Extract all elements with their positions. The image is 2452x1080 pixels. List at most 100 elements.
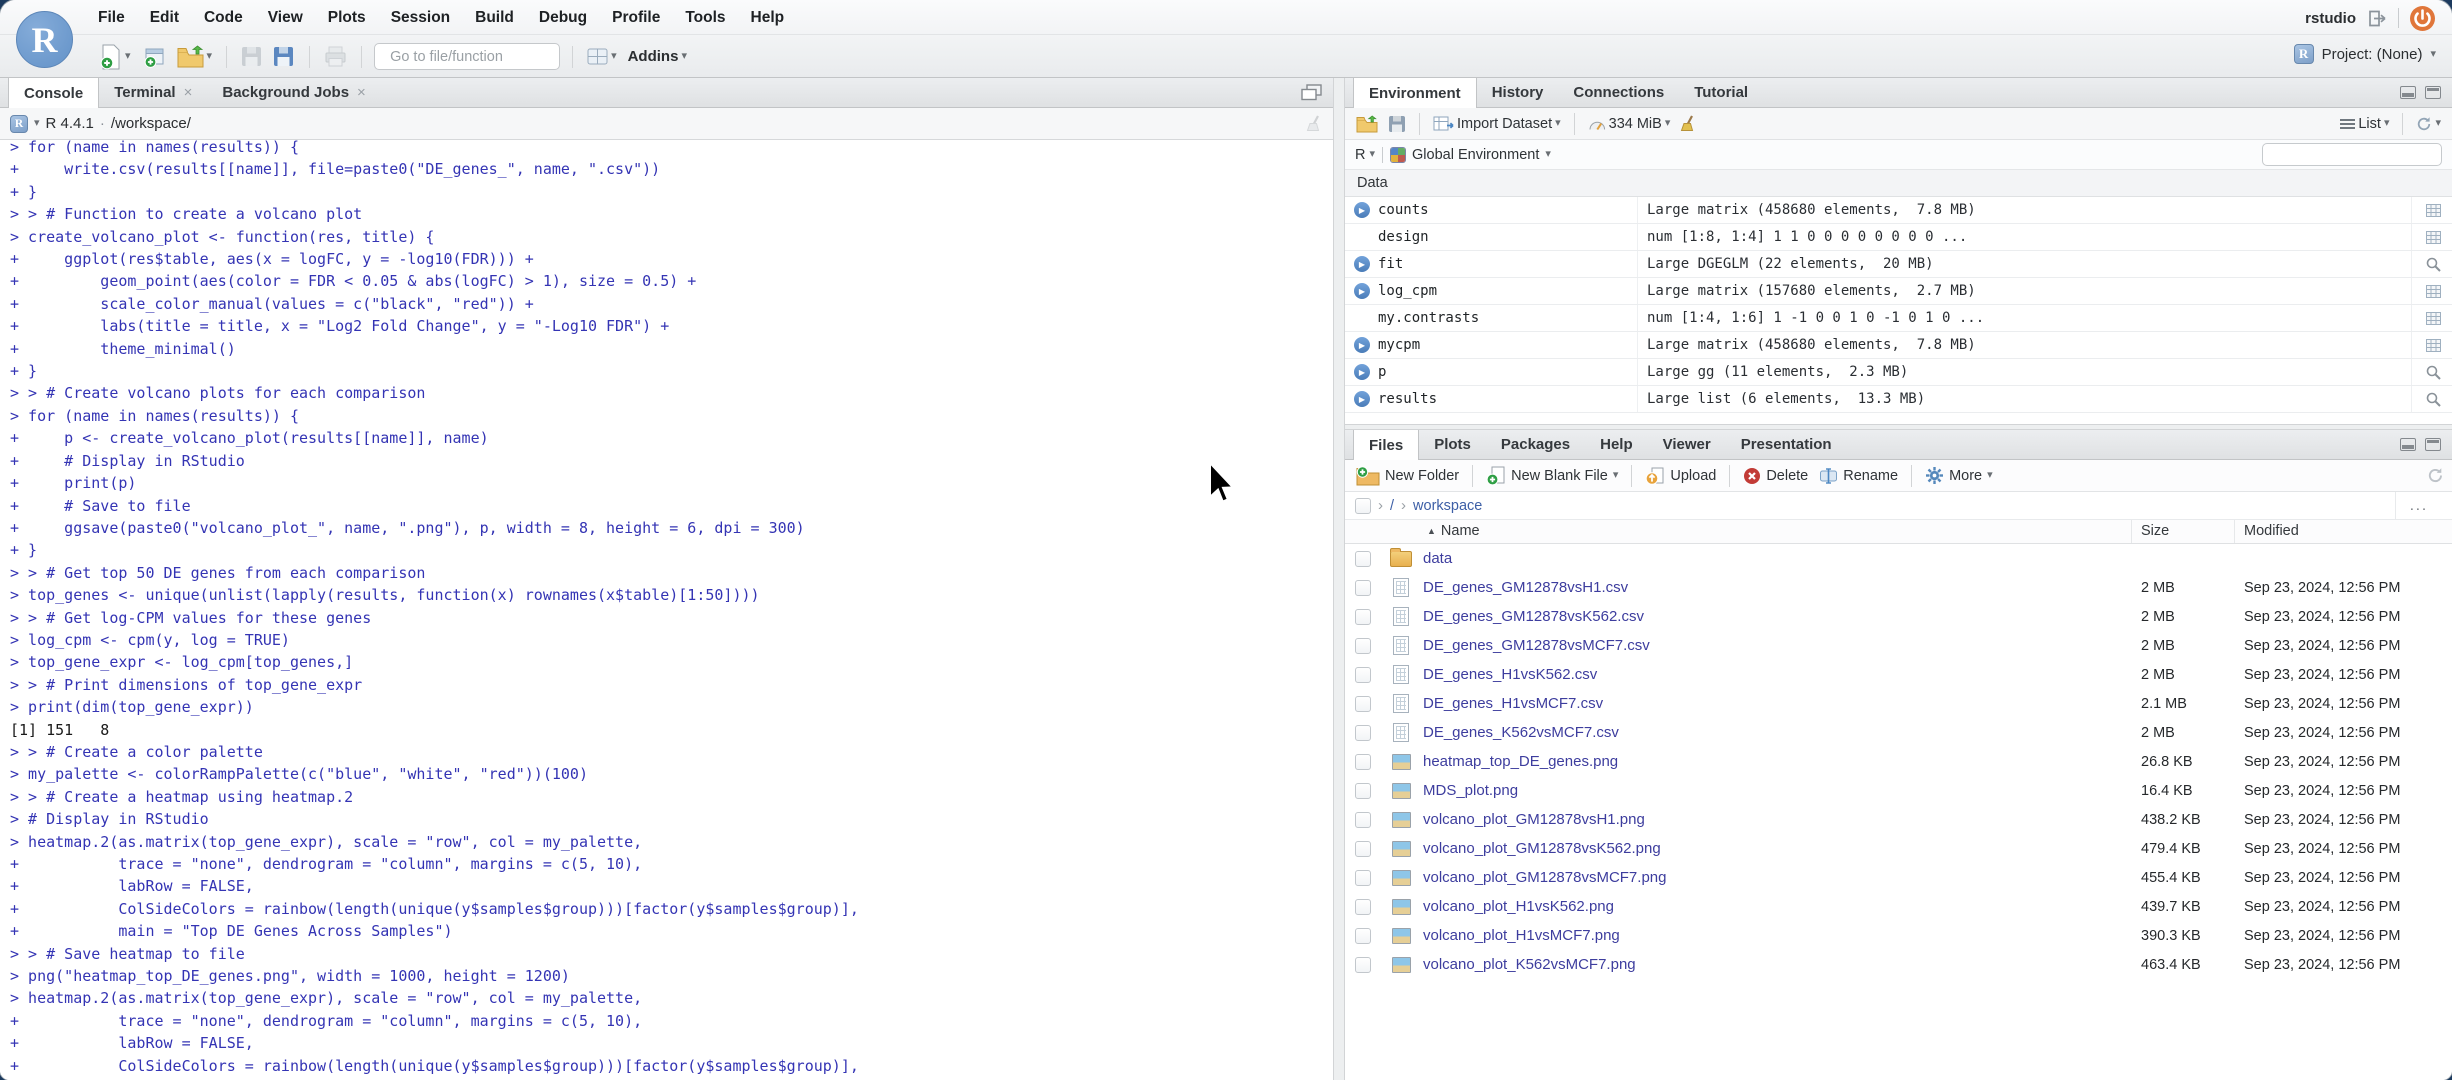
file-row[interactable]: DE_genes_GM12878vsK562.csv 2 MB Sep 23, 20…	[1345, 602, 2452, 631]
expand-arrow-icon[interactable]: ▶	[1354, 364, 1370, 380]
env-object-row[interactable]: design num [1:8, 1:4] 1 1 0 0 0 0 0 0 0 0…	[1345, 224, 2452, 251]
file-row[interactable]: MDS_plot.png 16.4 KB Sep 23, 2024, 12:56 P…	[1345, 776, 2452, 805]
env-object-row[interactable]: my.contrasts num [1:4, 1:6] 1 -1 0 0 1 0 …	[1345, 305, 2452, 332]
file-checkbox[interactable]	[1355, 753, 1371, 770]
file-link[interactable]: DE_genes_GM12878vsH1.csv	[1423, 579, 1628, 596]
minimize-panel-icon[interactable]	[2400, 86, 2416, 99]
env-object-row[interactable]: ▶ p Large gg (11 elements, 2.3 MB)	[1345, 359, 2452, 386]
breadcrumb-root-link[interactable]: /	[1390, 498, 1394, 514]
breadcrumb-workspace-link[interactable]: workspace	[1413, 498, 1482, 514]
environment-search-input[interactable]	[2275, 147, 2451, 162]
minimize-panel-icon[interactable]	[2400, 438, 2416, 451]
tab-plots[interactable]: Plots	[1419, 430, 1486, 459]
import-dataset-button[interactable]: Import Dataset ▾	[1431, 113, 1563, 134]
magnifier-icon[interactable]	[2426, 392, 2441, 407]
menu-edit[interactable]: Edit	[150, 9, 179, 27]
file-checkbox[interactable]	[1355, 666, 1371, 683]
file-link[interactable]: volcano_plot_GM12878vsMCF7.png	[1423, 869, 1666, 886]
quit-session-power-icon[interactable]	[2409, 5, 2436, 32]
new-folder-button[interactable]: New Folder	[1353, 463, 1462, 488]
refresh-environment-button[interactable]: ▾	[2414, 114, 2443, 134]
goto-file-function-box[interactable]	[374, 43, 578, 70]
maximize-panel-icon[interactable]	[2425, 438, 2441, 451]
goto-file-function-input[interactable]	[390, 48, 578, 65]
new-project-button[interactable]	[140, 43, 168, 71]
maximize-panel-icon[interactable]	[1301, 84, 1322, 101]
menu-profile[interactable]: Profile	[612, 9, 660, 27]
upload-button[interactable]: Upload	[1642, 463, 1719, 488]
table-icon[interactable]	[2426, 284, 2441, 298]
tab-files[interactable]: Files	[1353, 430, 1420, 460]
env-object-row[interactable]: ▶ mycpm Large matrix (458680 elements, 7.8…	[1345, 332, 2452, 359]
file-checkbox[interactable]	[1355, 811, 1371, 828]
open-file-button[interactable]: ▾	[175, 43, 215, 70]
menu-debug[interactable]: Debug	[539, 9, 587, 27]
addins-button[interactable]: Addins ▾	[626, 46, 689, 67]
expand-arrow-icon[interactable]: ▶	[1354, 391, 1370, 407]
project-selector[interactable]: R Project: (None) ▾	[2293, 44, 2436, 64]
new-blank-file-button[interactable]: New Blank File ▾	[1483, 463, 1621, 488]
tab-viewer[interactable]: Viewer	[1648, 430, 1726, 459]
file-row[interactable]: DE_genes_H1vsK562.csv 2 MB Sep 23, 2024, 1…	[1345, 660, 2452, 689]
file-row[interactable]: volcano_plot_H1vsMCF7.png 390.3 KB Sep 23,…	[1345, 921, 2452, 950]
file-row[interactable]: DE_genes_H1vsMCF7.csv 2.1 MB Sep 23, 2024,…	[1345, 689, 2452, 718]
file-row[interactable]: data	[1345, 544, 2452, 573]
file-checkbox[interactable]	[1355, 579, 1371, 596]
file-row[interactable]: DE_genes_GM12878vsMCF7.csv 2 MB Sep 23, 20…	[1345, 631, 2452, 660]
memory-usage-button[interactable]: 334 MiB ▾	[1586, 114, 1673, 134]
select-all-checkbox[interactable]	[1355, 497, 1371, 514]
magnifier-icon[interactable]	[2426, 365, 2441, 380]
save-button[interactable]	[239, 44, 264, 69]
tab-environment[interactable]: Environment	[1353, 78, 1477, 108]
file-checkbox[interactable]	[1355, 927, 1371, 944]
tab-terminal[interactable]: Terminal ×	[99, 78, 207, 107]
vertical-splitter[interactable]	[1333, 78, 1345, 1080]
menu-build[interactable]: Build	[475, 9, 514, 27]
file-checkbox[interactable]	[1355, 608, 1371, 625]
file-link[interactable]: data	[1423, 550, 1452, 567]
language-selector[interactable]: R ▾	[1355, 147, 1375, 163]
tab-connections[interactable]: Connections	[1558, 78, 1679, 107]
sign-out-icon[interactable]	[2366, 9, 2388, 28]
panes-layout-button[interactable]: ▾	[585, 46, 619, 67]
new-file-button[interactable]: ▾	[98, 42, 133, 72]
expand-arrow-icon[interactable]: ▶	[1354, 202, 1370, 218]
env-object-row[interactable]: ▶ log_cpm Large matrix (157680 elements, 2…	[1345, 278, 2452, 305]
file-link[interactable]: DE_genes_K562vsMCF7.csv	[1423, 724, 1619, 741]
menu-tools[interactable]: Tools	[685, 9, 725, 27]
table-icon[interactable]	[2426, 311, 2441, 325]
file-checkbox[interactable]	[1355, 898, 1371, 915]
file-checkbox[interactable]	[1355, 637, 1371, 654]
expand-arrow-icon[interactable]: ▶	[1354, 256, 1370, 272]
menu-view[interactable]: View	[268, 9, 303, 27]
environment-selector[interactable]: Global Environment ▾	[1390, 146, 1551, 163]
maximize-panel-icon[interactable]	[2425, 86, 2441, 99]
close-icon[interactable]: ×	[357, 84, 366, 101]
tab-console[interactable]: Console	[8, 78, 100, 108]
env-object-row[interactable]: ▶ fit Large DGEGLM (22 elements, 20 MB)	[1345, 251, 2452, 278]
file-checkbox[interactable]	[1355, 695, 1371, 712]
file-link[interactable]: volcano_plot_GM12878vsK562.png	[1423, 840, 1661, 857]
file-checkbox[interactable]	[1355, 724, 1371, 741]
menu-code[interactable]: Code	[204, 9, 243, 27]
column-header-size[interactable]: Size	[2141, 523, 2169, 539]
file-row[interactable]: volcano_plot_K562vsMCF7.png 463.4 KB Sep 2…	[1345, 950, 2452, 979]
expand-arrow-icon[interactable]: ▶	[1354, 337, 1370, 353]
console-output-area[interactable]: > for (name in names(results)) {+ write.…	[0, 140, 1333, 1080]
menu-session[interactable]: Session	[391, 9, 450, 27]
save-workspace-button[interactable]	[1386, 113, 1408, 135]
table-icon[interactable]	[2426, 338, 2441, 352]
file-checkbox[interactable]	[1355, 956, 1371, 973]
magnifier-icon[interactable]	[2426, 257, 2441, 272]
refresh-files-button[interactable]	[2427, 467, 2444, 484]
file-link[interactable]: DE_genes_GM12878vsK562.csv	[1423, 608, 1644, 625]
column-header-modified[interactable]: Modified	[2244, 523, 2299, 539]
file-checkbox[interactable]	[1355, 869, 1371, 886]
file-row[interactable]: heatmap_top_DE_genes.png 26.8 KB Sep 23, 2…	[1345, 747, 2452, 776]
menu-help[interactable]: Help	[751, 9, 785, 27]
file-row[interactable]: volcano_plot_GM12878vsK562.png 479.4 KB Se…	[1345, 834, 2452, 863]
delete-button[interactable]: Delete	[1740, 465, 1811, 487]
tab-background-jobs[interactable]: Background Jobs ×	[207, 78, 380, 107]
tab-help[interactable]: Help	[1585, 430, 1648, 459]
file-link[interactable]: DE_genes_H1vsK562.csv	[1423, 666, 1597, 683]
